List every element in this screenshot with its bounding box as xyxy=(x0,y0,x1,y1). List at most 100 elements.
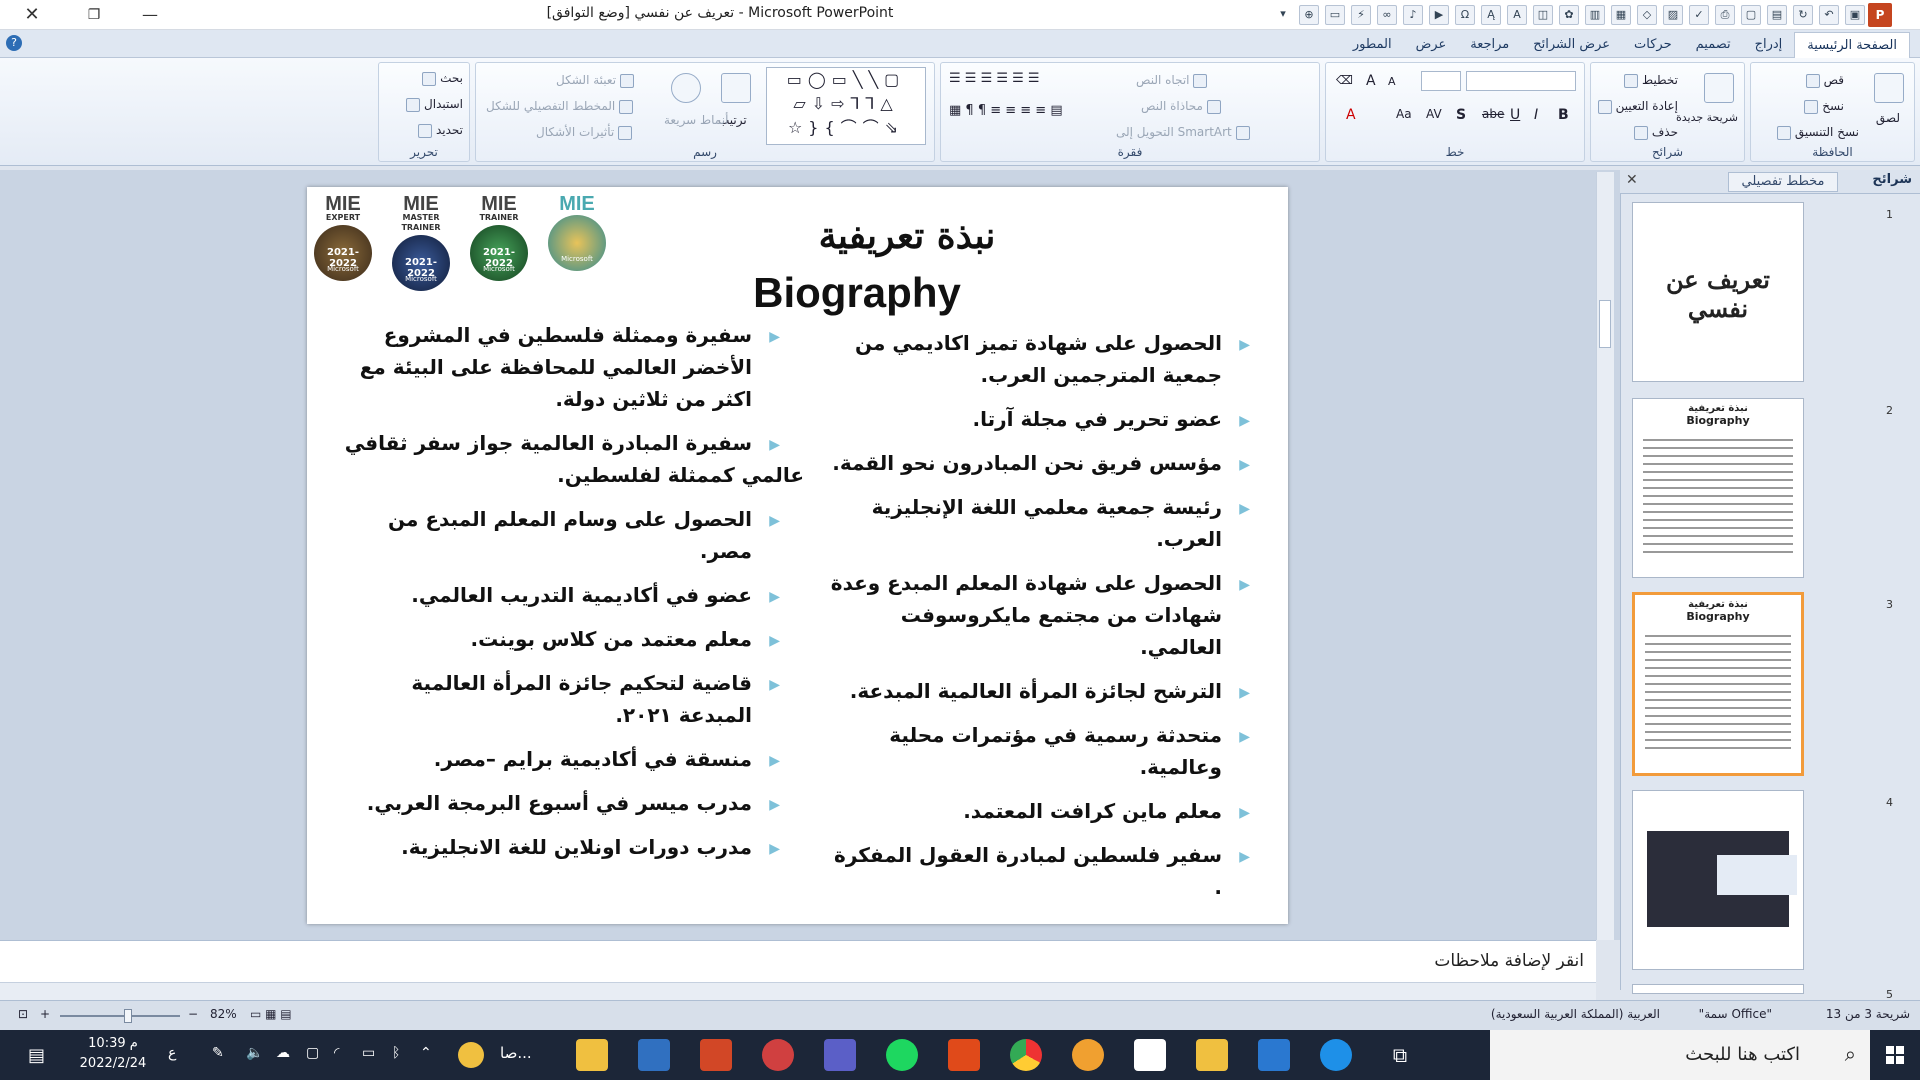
wordart-icon[interactable]: Ą xyxy=(1481,5,1501,25)
battery-icon[interactable]: ▭ xyxy=(362,1045,375,1061)
horizontal-scrollbar[interactable] xyxy=(0,982,1596,1000)
reset-button[interactable]: إعادة التعيين xyxy=(1597,99,1678,114)
open-icon[interactable]: ▤ xyxy=(1767,5,1787,25)
tab-insert[interactable]: إدراج xyxy=(1743,32,1795,58)
zoom-icon[interactable]: ⊕ xyxy=(1299,5,1319,25)
view-buttons[interactable]: ▭ ▦ ▤ xyxy=(250,1007,292,1021)
chrome-icon[interactable] xyxy=(1010,1039,1042,1071)
volume-icon[interactable]: 🔈 xyxy=(246,1045,263,1061)
media-icon[interactable]: ▶ xyxy=(1429,5,1449,25)
shape-effects-button[interactable]: تأثيرات الأشكال xyxy=(536,125,633,140)
search-box[interactable]: ⌕ اكتب هنا للبحث xyxy=(1490,1030,1870,1080)
layout-button[interactable]: تخطيط xyxy=(1624,73,1678,88)
clipart-icon[interactable]: ✿ xyxy=(1559,5,1579,25)
arrange-icon[interactable] xyxy=(721,73,751,103)
close-window-button[interactable]: ✕ xyxy=(14,2,50,28)
symbol-icon[interactable]: Ω xyxy=(1455,5,1475,25)
select-button[interactable]: تحديد xyxy=(418,123,463,138)
app-icon[interactable] xyxy=(762,1039,794,1071)
align-icons[interactable]: ▦ ¶ ¶ ≡ ≡ ≡ ≡ ▤ xyxy=(949,103,1063,118)
help-icon[interactable]: ? xyxy=(6,35,22,51)
spacing-icon[interactable]: AV xyxy=(1426,107,1442,121)
smartart-button[interactable]: التحويل إلى SmartArt xyxy=(1116,125,1250,140)
bluetooth-icon[interactable]: ᛒ xyxy=(392,1045,400,1061)
tab-outline-panel[interactable]: مخطط تفصيلي xyxy=(1728,172,1838,192)
cut-button[interactable]: قص xyxy=(1805,73,1844,88)
bold-icon[interactable]: B xyxy=(1558,107,1569,123)
tab-developer[interactable]: المطور xyxy=(1341,32,1404,58)
new-icon[interactable]: ▢ xyxy=(1741,5,1761,25)
shapes-icon[interactable]: ◇ xyxy=(1637,5,1657,25)
display-icon[interactable]: ▢ xyxy=(306,1045,319,1061)
taskbar-app-label[interactable]: صا... xyxy=(500,1044,532,1062)
mail-icon[interactable] xyxy=(1258,1039,1290,1071)
folder-icon[interactable] xyxy=(576,1039,608,1071)
table-icon[interactable]: ▦ xyxy=(1611,5,1631,25)
print-icon[interactable]: ⎙ xyxy=(1715,5,1735,25)
smartart-icon[interactable]: ◫ xyxy=(1533,5,1553,25)
zoom-out-button[interactable]: − xyxy=(188,1007,198,1021)
undo-icon[interactable]: ↶ xyxy=(1819,5,1839,25)
store-icon[interactable] xyxy=(1134,1039,1166,1071)
slide-canvas[interactable]: MIE EXPERT 2021-2022 Microsoft MIE MASTE… xyxy=(307,187,1288,924)
redo-icon[interactable]: ↻ xyxy=(1793,5,1813,25)
language-indicator[interactable]: العربية (المملكة العربية السعودية) xyxy=(1491,1007,1660,1021)
tab-design[interactable]: تصميم xyxy=(1684,32,1743,58)
clear-format-icon[interactable]: ⌫ xyxy=(1336,73,1353,87)
brave-icon[interactable] xyxy=(1072,1039,1104,1071)
quick-styles-button[interactable]: أنماط سريعة xyxy=(664,113,728,127)
change-case-icon[interactable]: Aa xyxy=(1396,107,1412,121)
paste-button[interactable]: لصق xyxy=(1876,111,1900,125)
find-button[interactable]: بحث xyxy=(422,71,463,86)
slideshow-icon[interactable]: ▭ xyxy=(1325,5,1345,25)
slide-title-english[interactable]: Biography xyxy=(667,269,1047,317)
left-bullet-column[interactable]: سفيرة وممثلة فلسطين في المشروع الأخضر ال… xyxy=(338,319,804,875)
slide-thumbnail-1[interactable]: تعريف عن نفسي xyxy=(1632,202,1804,382)
zoom-slider-thumb[interactable] xyxy=(124,1009,132,1023)
tab-slideshow[interactable]: عرض الشرائح xyxy=(1521,32,1622,58)
line-spacing-icon[interactable]: ☰ ☰ ☰ ☰ ☰ ☰ xyxy=(949,71,1040,86)
new-slide-button[interactable]: شريحة جديدة xyxy=(1676,111,1738,124)
slide-thumbnail-4[interactable] xyxy=(1632,790,1804,970)
zoom-slider[interactable] xyxy=(60,1015,180,1017)
close-panel-button[interactable]: ✕ xyxy=(1626,172,1638,188)
sound-icon[interactable]: ♪ xyxy=(1403,5,1423,25)
shadow-icon[interactable]: S xyxy=(1456,107,1466,123)
vertical-scrollbar[interactable] xyxy=(1596,172,1614,940)
right-bullet-column[interactable]: الحصول على شهادة تميز اكاديمي من جمعية ا… xyxy=(828,327,1250,915)
more-icon[interactable]: ▾ xyxy=(1273,5,1293,25)
wifi-icon[interactable]: ◜ xyxy=(334,1045,339,1061)
slide-title-arabic[interactable]: نبذة تعريفية xyxy=(727,215,1087,257)
office-icon[interactable] xyxy=(948,1039,980,1071)
slide-thumbnail-3[interactable]: نبذة تعريفية Biography xyxy=(1632,592,1804,776)
font-size-box[interactable] xyxy=(1421,71,1461,91)
align-text-button[interactable]: محاذاة النص xyxy=(1141,99,1221,114)
quick-styles-icon[interactable] xyxy=(671,73,701,103)
edge-icon[interactable] xyxy=(1320,1039,1352,1071)
start-button[interactable] xyxy=(1870,1030,1920,1080)
tray-chevron-icon[interactable]: ⌃ xyxy=(420,1045,432,1061)
textbox-icon[interactable]: A xyxy=(1507,5,1527,25)
cloud-icon[interactable]: ☁ xyxy=(276,1045,290,1061)
italic-icon[interactable]: I xyxy=(1534,107,1538,123)
tab-home[interactable]: الصفحة الرئيسية xyxy=(1794,32,1910,58)
new-slide-icon[interactable] xyxy=(1704,73,1734,103)
clock[interactable]: 10:39 م 2022/2/24 xyxy=(78,1034,148,1074)
font-name-box[interactable] xyxy=(1466,71,1576,91)
shape-outline-button[interactable]: المخطط التفصيلي للشكل xyxy=(486,99,634,114)
minimize-window-button[interactable]: — xyxy=(132,2,168,28)
slide-thumbnail-5[interactable] xyxy=(1632,984,1804,994)
shape-fill-button[interactable]: تعبئة الشكل xyxy=(556,73,634,88)
teams-icon[interactable] xyxy=(824,1039,856,1071)
grow-font-icon[interactable]: A xyxy=(1366,73,1376,89)
powerpoint-logo-icon[interactable]: P xyxy=(1868,3,1892,27)
underline-icon[interactable]: U xyxy=(1510,107,1520,123)
hyperlink-icon[interactable]: ∞ xyxy=(1377,5,1397,25)
chart-icon[interactable]: ▥ xyxy=(1585,5,1605,25)
tab-animations[interactable]: حركات xyxy=(1622,32,1684,58)
maximize-window-button[interactable]: ❐ xyxy=(76,2,112,28)
copy-button[interactable]: نسخ xyxy=(1804,99,1844,114)
delete-slide-button[interactable]: حذف xyxy=(1634,125,1678,140)
strike-icon[interactable]: abe xyxy=(1482,107,1504,121)
spell-icon[interactable]: ✓ xyxy=(1689,5,1709,25)
